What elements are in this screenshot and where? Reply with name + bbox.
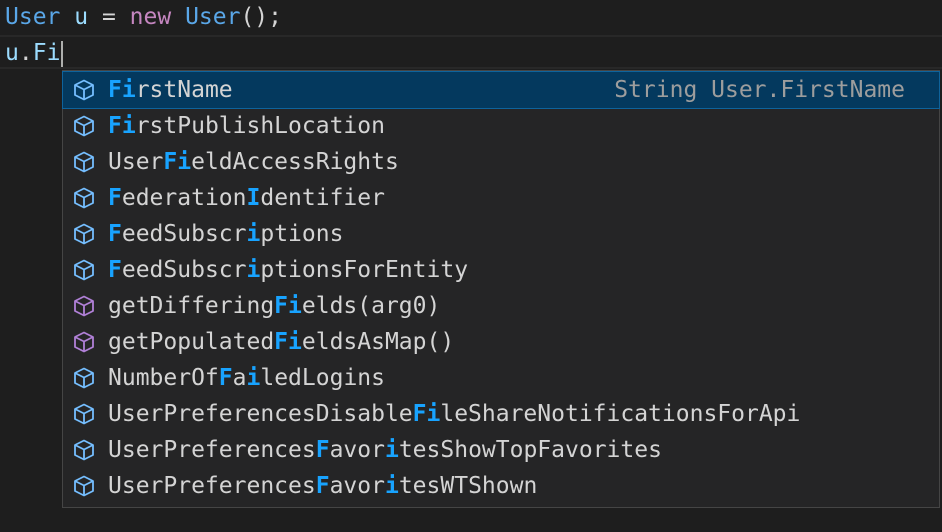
label-text: a xyxy=(232,365,247,391)
label-text: User xyxy=(108,149,164,175)
match-highlight: i xyxy=(384,437,399,463)
suggestion-label: FirstPublishLocation xyxy=(101,113,385,139)
suggestion-detail: String User.FirstName xyxy=(614,77,905,103)
suggestion-item[interactable]: UserPreferencesDisableFileShareNotificat… xyxy=(63,396,939,432)
suggestion-item[interactable]: NumberOfFailedLogins xyxy=(63,360,939,396)
match-highlight: Fi xyxy=(274,293,302,319)
variable-token: u xyxy=(74,4,89,30)
suggestion-label: UserPreferencesDisableFileShareNotificat… xyxy=(101,401,800,427)
label-text: eldAccessRights xyxy=(191,149,399,175)
suggestion-label: FeedSubscriptionsForEntity xyxy=(101,257,468,283)
suggestion-item[interactable]: FirstName String User.FirstName xyxy=(62,71,940,109)
suggestion-item[interactable]: UserPreferencesFavoritesWTShown xyxy=(63,468,939,504)
suggestion-item[interactable]: FirstPublishLocation xyxy=(63,108,939,144)
object-token: u xyxy=(5,40,19,66)
punctuation-token: (); xyxy=(240,4,282,30)
suggestion-item[interactable]: UserPreferencesFavoritesShowTopFavorites xyxy=(63,432,939,468)
label-text: eedSubscr xyxy=(121,221,247,247)
label-text: ederation xyxy=(121,185,247,211)
match-highlight: F xyxy=(315,473,330,499)
label-text: UserPreferences xyxy=(108,437,316,463)
suggestion-label: NumberOfFailedLogins xyxy=(101,365,385,391)
match-highlight: Fi xyxy=(108,113,136,139)
field-icon xyxy=(67,180,101,216)
constructor-token: User xyxy=(185,4,241,30)
suggestion-item[interactable]: FeedSubscriptionsForEntity xyxy=(63,252,939,288)
typed-prefix: Fi xyxy=(32,40,61,66)
label-text: eedSubscr xyxy=(121,257,247,283)
match-highlight: i xyxy=(384,473,399,499)
suggestion-label: FirstName xyxy=(101,77,233,103)
suggestion-item[interactable]: FeedSubscriptions xyxy=(63,216,939,252)
suggestion-label: FederationIdentifier xyxy=(101,185,385,211)
label-text: dentifier xyxy=(260,185,385,211)
field-icon xyxy=(67,108,101,144)
suggestion-widget[interactable]: FirstName String User.FirstName FirstPubli… xyxy=(62,70,940,508)
field-icon xyxy=(67,360,101,396)
method-icon xyxy=(67,324,101,360)
match-highlight: i xyxy=(246,365,261,391)
label-text: tesShowTopFavorites xyxy=(398,437,662,463)
suggestion-item[interactable]: getDifferingFields(arg0) xyxy=(63,288,939,324)
label-text: tesWTShown xyxy=(398,473,538,499)
label-text: avor xyxy=(329,473,385,499)
match-highlight: F xyxy=(315,437,330,463)
field-icon xyxy=(67,216,101,252)
suggestion-label: UserPreferencesFavoritesShowTopFavorites xyxy=(101,437,662,463)
suggestion-label: getPopulatedFieldsAsMap() xyxy=(101,329,454,355)
label-text: NumberOf xyxy=(108,365,219,391)
keyword-token: new xyxy=(129,4,172,30)
match-highlight: F xyxy=(108,257,122,283)
match-highlight: Fi xyxy=(274,329,302,355)
suggestion-item[interactable]: UserFieldAccessRights xyxy=(63,144,939,180)
suggestion-item[interactable]: FederationIdentifier xyxy=(63,180,939,216)
label-text: rstName xyxy=(135,77,233,103)
field-icon xyxy=(67,468,101,504)
label-text: leShareNotificationsForApi xyxy=(440,401,801,427)
dot-token: . xyxy=(18,40,33,66)
text-cursor xyxy=(61,40,64,67)
label-text: rstPublishLocation xyxy=(135,113,385,139)
label-text: ledLogins xyxy=(260,365,385,391)
field-icon xyxy=(67,396,101,432)
code-editor[interactable]: User u = new User(); u.Fi FirstName Strin… xyxy=(0,0,942,532)
match-highlight: I xyxy=(246,185,261,211)
method-icon xyxy=(67,288,101,324)
match-highlight: Fi xyxy=(412,401,441,427)
match-highlight: Fi xyxy=(163,149,192,175)
code-line-2[interactable]: u.Fi xyxy=(0,35,942,69)
match-highlight: i xyxy=(246,257,261,283)
label-text: ptions xyxy=(260,221,344,247)
type-token: User xyxy=(5,4,61,30)
match-highlight: F xyxy=(218,365,233,391)
label-text: avor xyxy=(329,437,385,463)
match-highlight: F xyxy=(108,221,122,247)
label-text: getPopulated xyxy=(108,329,275,355)
suggestion-item[interactable]: getPopulatedFieldsAsMap() xyxy=(63,324,939,360)
field-icon xyxy=(67,432,101,468)
label-text: getDiffering xyxy=(108,293,275,319)
operator-token: = xyxy=(88,4,130,30)
match-highlight: F xyxy=(108,185,122,211)
match-highlight: Fi xyxy=(108,77,136,103)
suggestion-label: UserPreferencesFavoritesWTShown xyxy=(101,473,537,499)
label-text: ptionsForEntity xyxy=(260,257,469,283)
suggestion-label: FeedSubscriptions xyxy=(101,221,343,247)
field-icon xyxy=(67,144,101,180)
suggestion-label: getDifferingFields(arg0) xyxy=(101,293,440,319)
label-text: UserPreferences xyxy=(108,473,316,499)
code-line-1[interactable]: User u = new User(); xyxy=(5,0,282,34)
suggestion-label: UserFieldAccessRights xyxy=(101,149,399,175)
label-text: elds(arg0) xyxy=(301,293,441,319)
label-text: UserPreferencesDisable xyxy=(108,401,413,427)
match-highlight: i xyxy=(246,221,261,247)
field-icon xyxy=(67,72,101,108)
label-text: eldsAsMap() xyxy=(301,329,455,355)
field-icon xyxy=(67,252,101,288)
